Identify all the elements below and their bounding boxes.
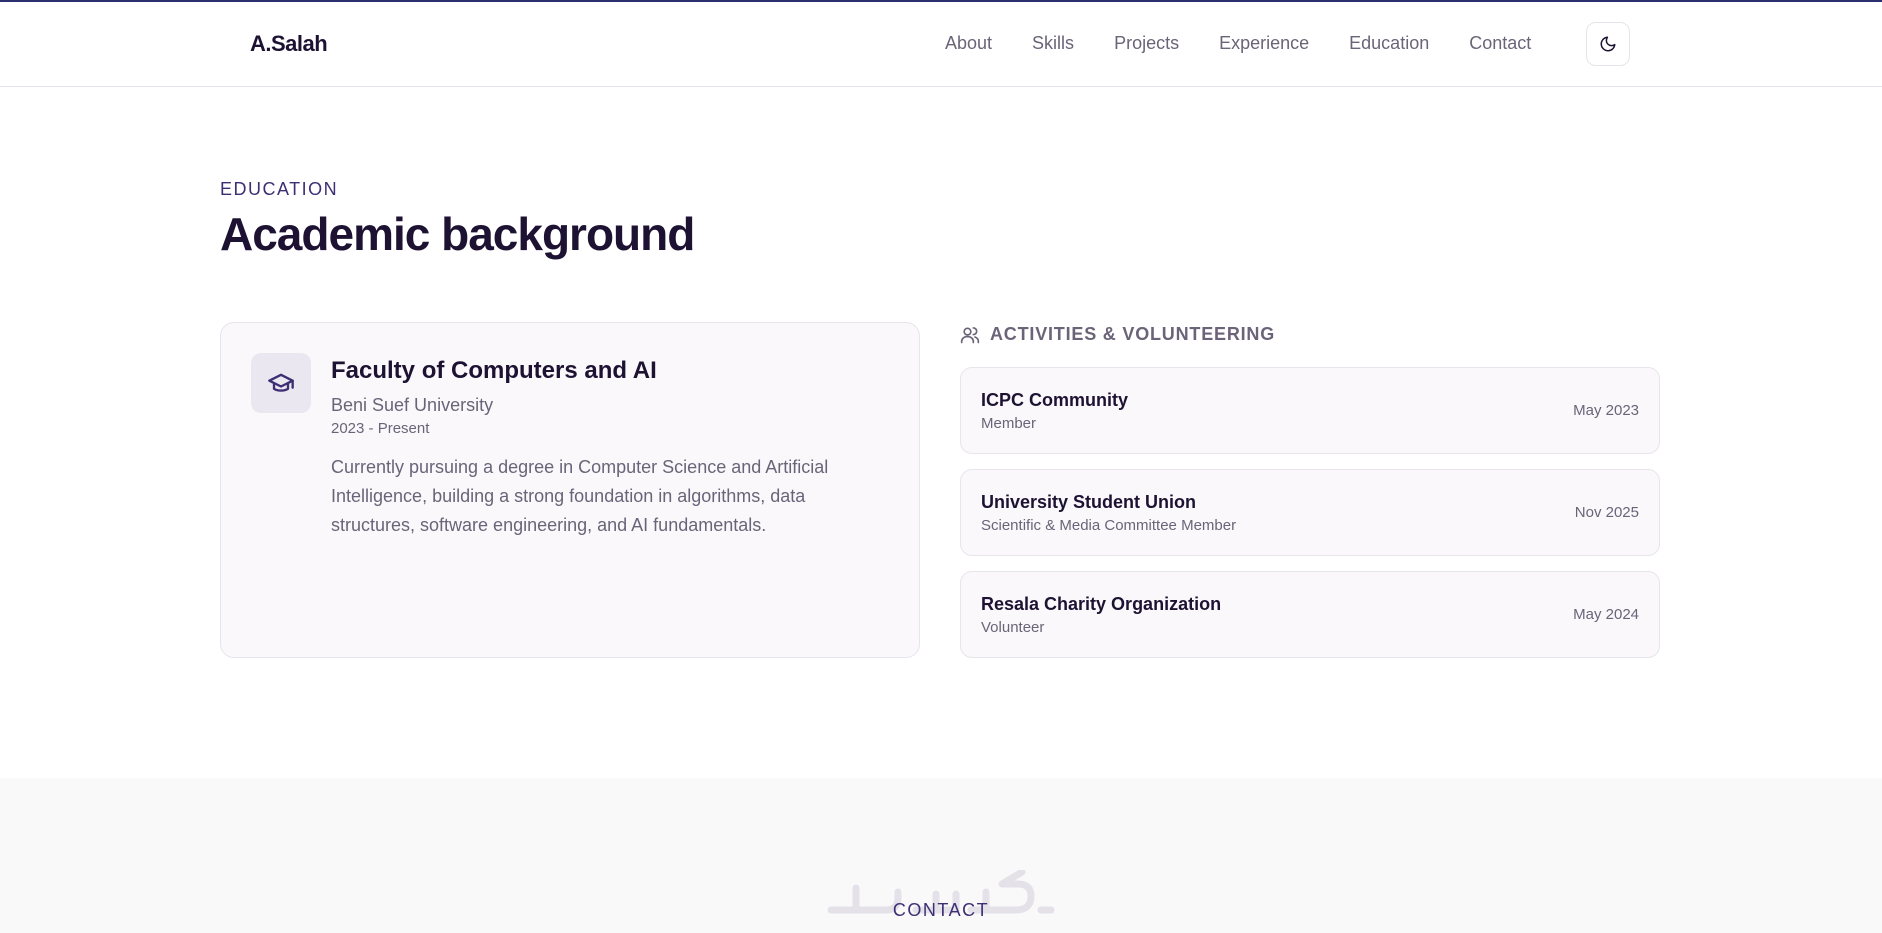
activity-role: Volunteer <box>981 619 1045 636</box>
education-school: Beni Suef University <box>331 395 494 415</box>
users-icon <box>960 326 980 343</box>
activity-item: University Student Union Scientific & Me… <box>960 469 1660 556</box>
nav-link-skills[interactable]: Skills <box>1032 33 1074 54</box>
education-period: 2023 - Present <box>331 420 430 437</box>
activity-name: University Student Union <box>981 492 1197 512</box>
education-icon-badge <box>251 353 311 413</box>
education-title: Faculty of Computers and AI <box>331 357 657 384</box>
theme-toggle-button[interactable] <box>1586 22 1630 66</box>
graduation-cap-icon <box>268 373 294 392</box>
section-eyebrow: EDUCATION <box>220 179 339 199</box>
main-nav: About Skills Projects Experience Educati… <box>945 33 1571 54</box>
activity-item: Resala Charity Organization Volunteer Ma… <box>960 571 1660 658</box>
activities-heading: ACTIVITIES & VOLUNTEERING <box>960 324 1275 345</box>
activity-role: Scientific & Media Committee Member <box>981 517 1237 534</box>
activity-name: Resala Charity Organization <box>981 594 1222 614</box>
nav-link-education[interactable]: Education <box>1349 33 1429 54</box>
activity-name: ICPC Community <box>981 390 1129 410</box>
activities-heading-text: ACTIVITIES & VOLUNTEERING <box>990 324 1276 344</box>
education-card: Faculty of Computers and AI Beni Suef Un… <box>220 322 920 658</box>
contact-eyebrow: CONTACT <box>892 900 990 920</box>
nav-link-contact[interactable]: Contact <box>1469 33 1531 54</box>
activities-list: ICPC Community Member May 2023 Universit… <box>960 367 1660 673</box>
nav-link-experience[interactable]: Experience <box>1219 33 1309 54</box>
site-logo[interactable]: A.Salah <box>250 31 328 57</box>
activity-role: Member <box>981 415 1037 432</box>
education-description: Currently pursuing a degree in Computer … <box>331 457 829 535</box>
activity-date: May 2024 <box>1573 606 1639 623</box>
top-navbar: A.Salah About Skills Projects Experience… <box>0 2 1882 87</box>
nav-link-about[interactable]: About <box>945 33 992 54</box>
contact-section: CONTACT <box>0 778 1882 933</box>
section-title: Academic background <box>220 208 695 260</box>
moon-icon <box>1600 36 1616 52</box>
activity-date: May 2023 <box>1573 402 1639 419</box>
nav-link-projects[interactable]: Projects <box>1114 33 1179 54</box>
activity-item: ICPC Community Member May 2023 <box>960 367 1660 454</box>
activity-date: Nov 2025 <box>1574 504 1639 521</box>
